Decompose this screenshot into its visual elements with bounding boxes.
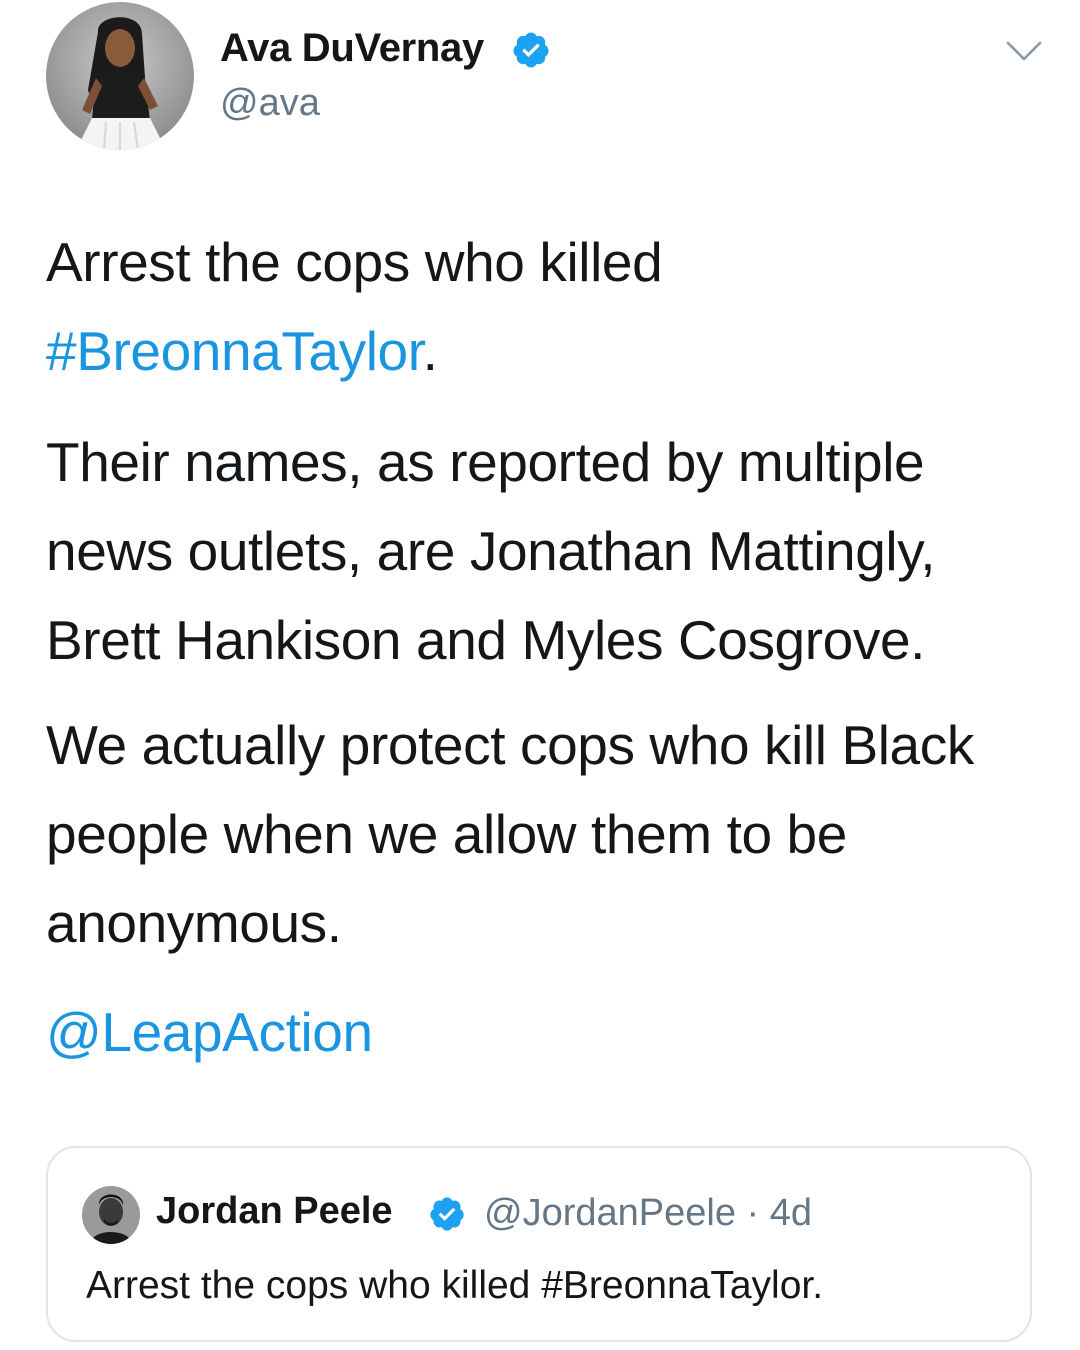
tweet-text-segment: Arrest the cops who killed (46, 231, 663, 293)
quoted-author-handle[interactable]: @JordanPeele (484, 1192, 736, 1234)
chevron-down-icon[interactable] (1004, 38, 1044, 64)
hashtag-link[interactable]: #BreonnaTaylor (46, 320, 423, 382)
mention-link[interactable]: @LeapAction (46, 1001, 373, 1063)
quoted-author-meta: @JordanPeele · 4d (484, 1192, 812, 1235)
tweet-paragraph: @LeapAction (46, 988, 1046, 1077)
tweet-paragraph: We actually protect cops who kill Black … (46, 714, 974, 954)
author-avatar[interactable] (46, 2, 194, 150)
quoted-author-avatar[interactable] (82, 1186, 140, 1244)
quoted-tweet-card[interactable]: Jordan Peele @JordanPeele · 4d Arrest th… (46, 1146, 1032, 1342)
meta-separator: · (746, 1192, 760, 1234)
tweet-paragraph: Arrest the cops who killed #BreonnaTaylo… (46, 218, 1046, 396)
verified-badge-icon (511, 30, 551, 70)
quoted-author-name[interactable]: Jordan Peele (156, 1190, 393, 1233)
tweet-paragraph: Their names, as reported by multiple new… (46, 431, 936, 671)
verified-badge-icon (428, 1195, 466, 1233)
tweet-text: Arrest the cops who killed #BreonnaTaylo… (46, 218, 1046, 1077)
tweet-header: Ava DuVernay @ava (46, 2, 1046, 152)
author-name[interactable]: Ava DuVernay (220, 26, 484, 71)
author-handle[interactable]: @ava (220, 82, 320, 125)
quoted-tweet-age[interactable]: 4d (770, 1192, 812, 1234)
quoted-tweet-text: Arrest the cops who killed #BreonnaTaylo… (86, 1264, 824, 1307)
tweet-text-segment: . (422, 320, 438, 382)
